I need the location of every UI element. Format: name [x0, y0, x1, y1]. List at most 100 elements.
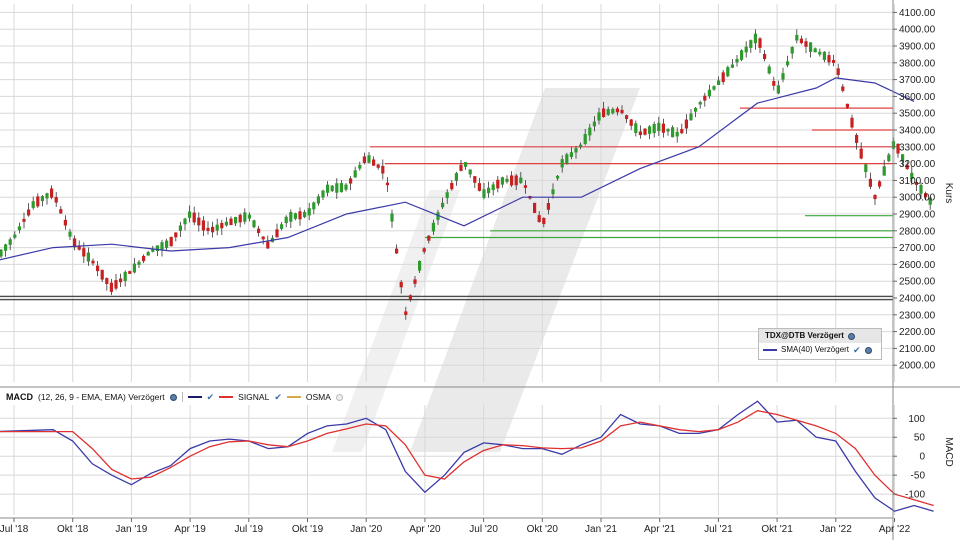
y-tick-label: 4000.00 — [899, 25, 936, 36]
candle-body — [868, 178, 872, 187]
x-tick-label: Jan '21 — [585, 524, 617, 535]
candle-body — [657, 122, 661, 132]
candle-body — [684, 119, 688, 129]
y-tick-label: 2800.00 — [899, 226, 936, 237]
candle-body — [799, 38, 803, 44]
candle-body — [27, 209, 31, 216]
sma-swatch — [763, 349, 777, 351]
candle-body — [482, 189, 486, 198]
y-tick-label: 2100.00 — [899, 344, 936, 355]
candle-body — [82, 248, 86, 257]
candle-body — [188, 211, 192, 218]
check-icon[interactable]: ✔ — [274, 392, 282, 403]
candle-body — [353, 170, 357, 178]
candle-body — [717, 80, 721, 86]
candle-body — [569, 152, 573, 157]
macd-tick-label: 50 — [914, 433, 926, 444]
candle-body — [859, 148, 863, 159]
candle-body — [459, 164, 463, 171]
axis-labels: Kurs MACD — [943, 183, 954, 467]
x-tick-label: Apr '20 — [409, 524, 441, 535]
globe-icon[interactable] — [169, 393, 177, 401]
globe-icon[interactable] — [335, 393, 343, 401]
y-axis-ticks: 4100.00 4000.00 3900.00 3800.00 3700.00 3600.… — [893, 8, 936, 501]
candle-body — [602, 108, 606, 117]
candle-body — [63, 219, 67, 226]
globe-icon[interactable] — [847, 332, 855, 340]
candle-body — [367, 155, 371, 163]
candle-body — [772, 81, 776, 86]
candle-body — [344, 184, 348, 190]
candle-body — [445, 192, 449, 199]
candle-body — [178, 225, 182, 231]
candle-body — [303, 211, 307, 218]
candle-body — [105, 278, 109, 284]
candle-body — [712, 86, 716, 90]
check-icon[interactable]: ✔ — [207, 392, 215, 403]
candle-body — [841, 86, 845, 91]
candle-body — [546, 202, 550, 210]
candle-body — [146, 252, 150, 256]
candle-body — [183, 218, 187, 225]
candle-body — [381, 165, 385, 174]
candle-body — [335, 183, 339, 193]
x-axis-ticks: Jul '18 Okt '18 Jan '19 Apr '19 Jul '19 Okt '… — [0, 518, 911, 535]
candle-body — [533, 202, 537, 213]
candle-body — [96, 265, 100, 272]
candle-body — [864, 164, 868, 172]
globe-icon[interactable] — [864, 346, 872, 354]
candle-body — [408, 295, 412, 300]
price-legend: TDX@DTB Verzögert SMA(40) Verzögert ✔ — [758, 328, 882, 360]
y-tick-label: 2900.00 — [899, 210, 936, 221]
candle-body — [404, 311, 408, 315]
separator — [181, 392, 183, 402]
candle-body — [758, 38, 762, 48]
x-tick-label: Apr '19 — [174, 524, 206, 535]
candle-body — [661, 123, 665, 133]
candle-body — [744, 46, 748, 53]
y-tick-label: 2300.00 — [899, 310, 936, 321]
x-tick-label: Okt '20 — [527, 524, 559, 535]
candle-body — [119, 278, 123, 283]
macd-swatch — [187, 396, 202, 398]
macd-title: MACD — [6, 392, 33, 402]
candle-body — [818, 51, 822, 55]
y-tick-label: 3000.00 — [899, 193, 936, 204]
candle-body — [464, 162, 468, 167]
candle-body — [781, 73, 785, 80]
candle-body — [339, 183, 343, 193]
candle-body — [776, 85, 780, 94]
candle-body — [224, 221, 228, 226]
candle-body — [703, 95, 707, 101]
candle-body — [556, 175, 560, 179]
candle-body — [588, 127, 592, 136]
candle-body — [50, 188, 54, 198]
y-tick-label: 2500.00 — [899, 277, 936, 288]
x-tick-label: Apr '22 — [879, 524, 911, 535]
legend-title-row: TDX@DTB Verzögert — [759, 329, 881, 343]
legend-title: TDX@DTB Verzögert — [765, 331, 844, 340]
x-tick-label: Okt '18 — [57, 524, 89, 535]
check-icon[interactable]: ✔ — [853, 343, 861, 357]
candle-body — [597, 112, 601, 121]
x-tick-label: Jul '20 — [469, 524, 498, 535]
osma-label: OSMA — [305, 392, 331, 402]
candle-body — [795, 34, 799, 41]
candle-body — [266, 241, 270, 249]
x-tick-label: Okt '21 — [761, 524, 793, 535]
candle-body — [611, 108, 615, 114]
y-tick-label: 3800.00 — [899, 58, 936, 69]
candle-body — [160, 242, 164, 251]
candle-body — [850, 117, 854, 128]
candle-body — [142, 255, 146, 262]
candle-body — [519, 177, 523, 184]
candle-body — [634, 123, 638, 134]
candle-body — [487, 187, 491, 194]
legend-sma-label: SMA(40) Verzögert — [781, 345, 850, 354]
candle-body — [252, 220, 256, 228]
candle-body — [468, 169, 472, 175]
candle-body — [40, 196, 44, 202]
candle-body — [284, 216, 288, 224]
candle-body — [671, 127, 675, 138]
candle-body — [261, 236, 265, 240]
